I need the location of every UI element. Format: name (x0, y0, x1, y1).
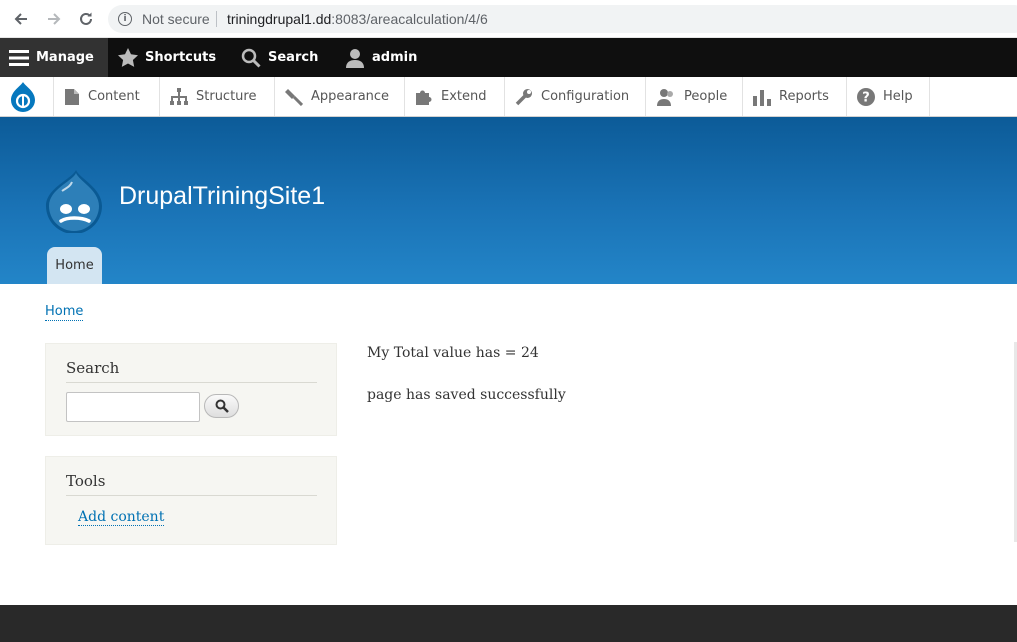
configuration-icon (515, 88, 532, 105)
tray-item-structure[interactable]: Structure (160, 77, 275, 116)
hamburger-icon (9, 49, 29, 66)
user-button[interactable]: admin (345, 38, 417, 77)
tray-item-label: Help (883, 89, 913, 104)
search-block-title: Search (66, 359, 317, 383)
shortcuts-label: Shortcuts (145, 50, 217, 65)
info-icon[interactable]: i (118, 12, 132, 26)
security-label: Not secure (142, 11, 210, 27)
search-icon (241, 48, 261, 68)
appearance-icon (285, 88, 303, 106)
manage-label: Manage (36, 50, 94, 65)
site-name[interactable]: DrupalTriningSite1 (119, 182, 325, 211)
tray-item-appearance[interactable]: Appearance (275, 77, 405, 116)
people-icon (657, 88, 673, 106)
manage-button[interactable]: Manage (0, 38, 108, 77)
browser-bar: i Not secure triningdrupal1.dd:8083/area… (0, 0, 1017, 38)
site-header: DrupalTriningSite1 Home (0, 117, 1017, 284)
extend-icon (416, 90, 432, 105)
forward-button[interactable] (44, 9, 64, 29)
tray-item-content[interactable]: Content (54, 77, 160, 116)
shortcuts-button[interactable]: Shortcuts (118, 38, 216, 77)
star-icon (118, 48, 138, 67)
address-bar[interactable]: i Not secure triningdrupal1.dd:8083/area… (108, 5, 1017, 33)
structure-icon (170, 87, 188, 105)
arrow-left-icon (14, 13, 27, 25)
url-text[interactable]: triningdrupal1.dd:8083/areacalculation/4… (227, 11, 488, 27)
tray-item-reports[interactable]: Reports (743, 77, 847, 116)
search-block: Search (45, 343, 337, 436)
tray-item-extend[interactable]: Extend (405, 77, 505, 116)
tray-item-label: Configuration (541, 89, 630, 104)
saved-message-text: page has saved successfully (367, 387, 566, 403)
tray-item-label: Structure (196, 89, 257, 104)
url-host: triningdrupal1.dd (227, 11, 332, 27)
back-button[interactable] (11, 9, 31, 29)
drupal-home-link[interactable] (0, 77, 54, 116)
tray-item-label: Extend (441, 89, 487, 104)
svg-text:?: ? (862, 90, 870, 105)
tab-home[interactable]: Home (47, 247, 102, 284)
drupal-drop-icon (46, 170, 102, 234)
help-icon: ? (857, 87, 875, 106)
content-icon (65, 88, 79, 105)
site-logo[interactable] (44, 169, 104, 237)
add-content-link[interactable]: Add content (78, 509, 165, 526)
reload-icon (80, 12, 92, 25)
tools-block-title: Tools (66, 472, 317, 496)
tray-item-label: Content (88, 89, 140, 104)
reload-button[interactable] (76, 9, 96, 29)
user-label: admin (372, 50, 418, 65)
reports-icon (753, 89, 771, 106)
search-toolbar-button[interactable]: Search (241, 38, 318, 77)
tools-block: Tools Add content (45, 456, 337, 545)
drupal-logo-icon (10, 81, 35, 112)
user-icon (346, 48, 364, 68)
site-footer (0, 605, 1017, 642)
tray-item-people[interactable]: People (646, 77, 743, 116)
search-label: Search (268, 50, 319, 65)
tray-item-configuration[interactable]: Configuration (505, 77, 646, 116)
arrow-right-icon (48, 13, 61, 25)
tray-item-label: People (684, 89, 728, 104)
tray-item-help[interactable]: ? Help (847, 77, 930, 116)
search-submit-button[interactable] (204, 394, 239, 418)
total-value-text: My Total value has = 24 (367, 345, 539, 361)
breadcrumb-home[interactable]: Home (45, 304, 84, 321)
divider (216, 11, 217, 27)
admin-tray: Content Structure Appearance Extend Conf… (0, 77, 1017, 117)
url-path: :8083/areacalculation/4/6 (331, 11, 488, 27)
tray-item-label: Reports (779, 89, 829, 104)
search-icon (215, 399, 229, 413)
tray-item-label: Appearance (311, 89, 390, 104)
search-input[interactable] (66, 392, 200, 422)
admin-toolbar: Manage Shortcuts Search admin (0, 38, 1017, 77)
